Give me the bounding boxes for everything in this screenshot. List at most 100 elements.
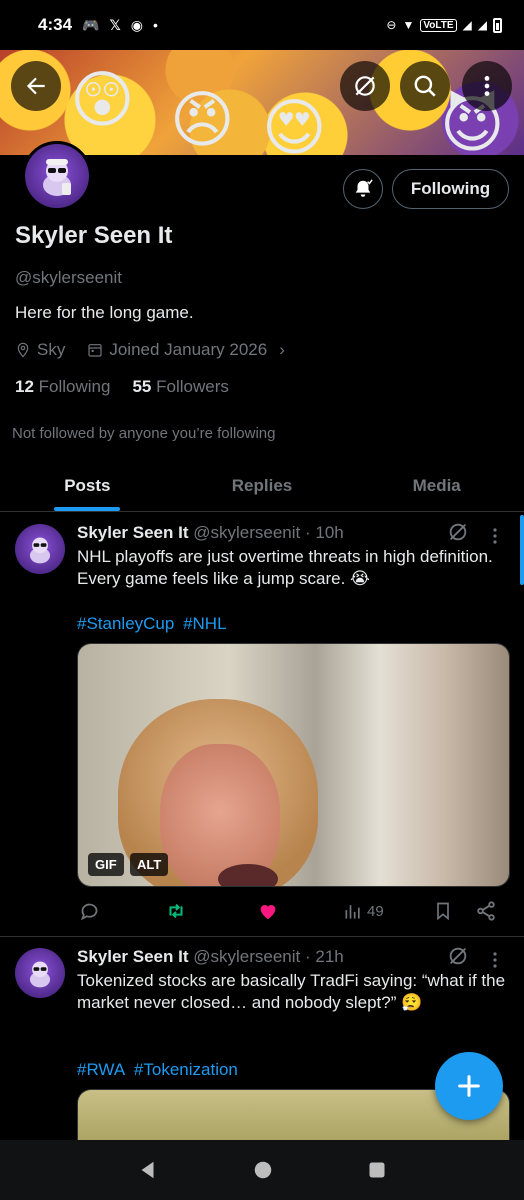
volte-badge: VoLTE: [420, 18, 457, 32]
hashtag-link[interactable]: #Tokenization: [134, 1060, 238, 1079]
post-author[interactable]: Skyler Seen It: [77, 947, 189, 966]
grok-icon: [355, 76, 375, 96]
plus-icon: [458, 1075, 480, 1097]
post-actions: 49: [77, 896, 510, 926]
more-vertical-icon: [493, 952, 497, 968]
calendar-icon: [88, 344, 102, 357]
more-vertical-icon: [493, 528, 497, 544]
profile-meta: Sky Joined January 2026 ›: [15, 340, 285, 360]
dnd-icon: ⊖: [386, 18, 397, 32]
not-followed-text: Not followed by anyone you’re following: [12, 425, 276, 442]
hashtag-link[interactable]: #RWA: [77, 1060, 125, 1079]
more-vertical-icon: [484, 76, 490, 96]
chevron-right-icon[interactable]: ›: [279, 340, 285, 360]
grok-icon: [449, 523, 467, 541]
avatar-character-icon: [43, 159, 71, 196]
profile-name: Skyler Seen It: [15, 222, 173, 249]
post-more-button[interactable]: [492, 952, 498, 968]
emoji-face-decoration: 😍: [262, 94, 327, 156]
tab-media[interactable]: Media: [349, 460, 524, 511]
search-icon: [414, 75, 436, 97]
compose-post-button[interactable]: [435, 1052, 503, 1120]
following-count-link[interactable]: 12 Following: [15, 377, 110, 397]
profile-bio: Here for the long game.: [15, 303, 194, 322]
follow-counts: 12 Following 55 Followers: [15, 377, 229, 397]
following-button[interactable]: Following: [392, 169, 509, 209]
post-avatar[interactable]: [15, 524, 65, 574]
heart-icon: [260, 905, 276, 920]
search-button[interactable]: [400, 61, 450, 111]
post-time: · 10h: [305, 523, 344, 542]
hashtag-link[interactable]: #NHL: [183, 614, 226, 633]
wifi-icon: ▼: [402, 18, 415, 32]
profile-tabs: Posts Replies Media: [0, 460, 524, 512]
scrollbar[interactable]: [520, 515, 524, 585]
location-icon: [17, 342, 29, 358]
emoji-face-decoration: 😲: [70, 66, 135, 135]
status-time: 4:34: [38, 15, 73, 34]
profile-joined: Joined January 2026: [109, 340, 268, 359]
bookmark-icon: [437, 902, 449, 921]
post-divider: [0, 936, 524, 937]
share-button[interactable]: [475, 900, 497, 922]
game-controller-icon: 🎮: [82, 16, 100, 33]
status-bar: 4:34 🎮 𝕏 ◉ • ⊖ ▼ VoLTE ◢ ◢: [0, 0, 524, 50]
gif-badge: GIF: [88, 853, 124, 876]
like-button[interactable]: [257, 900, 279, 922]
battery-icon: [493, 17, 502, 33]
profile-avatar[interactable]: [22, 141, 92, 211]
post-avatar[interactable]: [15, 948, 65, 998]
avatar-character-icon: [29, 537, 51, 564]
signal-icon: ◢: [462, 18, 472, 32]
messenger-icon: ◉: [130, 16, 143, 33]
hashtag-link[interactable]: #StanleyCup: [77, 614, 174, 633]
grok-button[interactable]: [340, 61, 390, 111]
post-hashtags: #RWA #Tokenization: [77, 1060, 242, 1080]
followers-count-link[interactable]: 55 Followers: [132, 377, 228, 397]
grok-icon: [449, 947, 467, 965]
post-header: Skyler Seen It @skylerseenit · 21h: [77, 947, 344, 967]
emoji-face-decoration: 😠: [170, 86, 235, 155]
post-text: NHL playoffs are just overtime threats i…: [77, 547, 493, 588]
post-text: Tokenized stocks are basically TradFi sa…: [77, 971, 506, 1012]
system-nav-bar: [0, 1140, 524, 1200]
views-count: 49: [367, 902, 384, 920]
profile-banner[interactable]: 😲 😠 😍 😈: [0, 50, 524, 155]
post-hashtags: #StanleyCup #NHL: [77, 614, 231, 634]
nav-home-icon[interactable]: [252, 1159, 274, 1181]
tab-replies[interactable]: Replies: [175, 460, 350, 511]
nav-back-icon[interactable]: [137, 1159, 159, 1181]
back-button[interactable]: [11, 61, 61, 111]
alt-badge[interactable]: ALT: [130, 853, 169, 876]
x-app-icon: 𝕏: [109, 16, 121, 33]
profile-location: Sky: [37, 340, 66, 359]
post-header: Skyler Seen It @skylerseenit · 10h: [77, 523, 344, 543]
more-options-button[interactable]: [462, 61, 512, 111]
post-time: · 21h: [305, 947, 344, 966]
grok-post-button[interactable]: [447, 521, 469, 548]
post-more-button[interactable]: [492, 528, 498, 544]
reply-icon: [80, 903, 98, 920]
tab-posts[interactable]: Posts: [0, 460, 175, 511]
views-button[interactable]: 49: [343, 901, 384, 921]
dot-icon: •: [152, 17, 158, 33]
gif-subject-mouth: [218, 864, 278, 886]
avatar-character-icon: [29, 961, 51, 988]
back-arrow-icon: [26, 77, 45, 95]
post-media-gif[interactable]: GIF ALT: [77, 643, 510, 887]
notifications-bell-button[interactable]: [343, 169, 383, 209]
bell-icon: [355, 179, 373, 197]
signal-icon-2: ◢: [477, 18, 487, 32]
bookmark-button[interactable]: [433, 900, 453, 922]
post-handle: @skylerseenit: [193, 947, 301, 966]
retweet-icon: [169, 903, 183, 919]
retweet-button[interactable]: [165, 900, 187, 922]
reply-button[interactable]: [79, 901, 100, 922]
share-icon: [477, 901, 495, 921]
grok-post-button[interactable]: [447, 945, 469, 972]
nav-recents-icon[interactable]: [367, 1160, 387, 1180]
post-author[interactable]: Skyler Seen It: [77, 523, 189, 542]
profile-handle: @skylerseenit: [15, 268, 123, 287]
views-icon: [345, 905, 360, 919]
post-handle: @skylerseenit: [193, 523, 301, 542]
